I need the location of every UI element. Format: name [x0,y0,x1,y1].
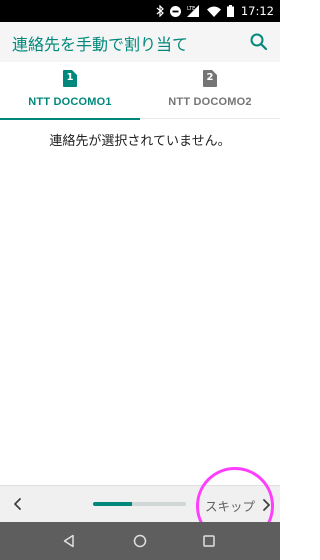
tab-selected-indicator [0,118,140,120]
sim-1-number: 1 [66,72,74,83]
system-back-button[interactable] [62,534,76,548]
skip-label: スキップ [205,498,256,514]
progress-bar [93,502,186,506]
home-circle-icon [133,534,147,548]
bluetooth-icon [156,5,164,17]
system-home-button[interactable] [133,534,147,548]
tab-sim-1-label: NTT DOCOMO1 [28,96,112,108]
system-recents-button[interactable] [202,534,216,548]
sim-2-number: 2 [206,72,214,83]
battery-icon [226,5,234,17]
chevron-left-icon [14,498,21,510]
lte-signal-icon: LTE [186,5,201,17]
tab-sim-2[interactable]: 2 NTT DOCOMO2 [140,62,280,119]
tab-sim-1[interactable]: 1 NTT DOCOMO1 [0,62,140,120]
search-icon [250,33,268,51]
bottom-navigation: スキップ [0,485,280,522]
tab-sim-2-label: NTT DOCOMO2 [168,96,252,108]
previous-button[interactable] [9,495,27,513]
sim-tabs: 1 NTT DOCOMO1 2 NTT DOCOMO2 [0,62,280,120]
skip-button[interactable]: スキップ [205,494,275,516]
status-icons: LTE 17:12 [150,4,274,18]
recents-square-icon [203,535,215,547]
search-button[interactable] [248,31,270,53]
system-navigation-bar [0,522,280,560]
progress-fill [93,502,133,506]
page-title: 連絡先を手動で割り当て [12,35,189,54]
status-time: 17:12 [240,4,274,18]
app-toolbar: 連絡先を手動で割り当て [0,22,280,62]
empty-state-message: 連絡先が選択されていません。 [49,134,231,149]
do-not-disturb-icon [169,5,181,17]
wifi-icon [206,6,221,17]
status-bar: LTE 17:12 [0,0,280,22]
sim-card-1-icon: 1 [63,70,77,87]
back-triangle-icon [63,534,74,548]
chevron-right-icon [263,499,270,511]
svg-text:LTE: LTE [187,6,195,12]
sim-card-2-icon: 2 [203,70,217,87]
